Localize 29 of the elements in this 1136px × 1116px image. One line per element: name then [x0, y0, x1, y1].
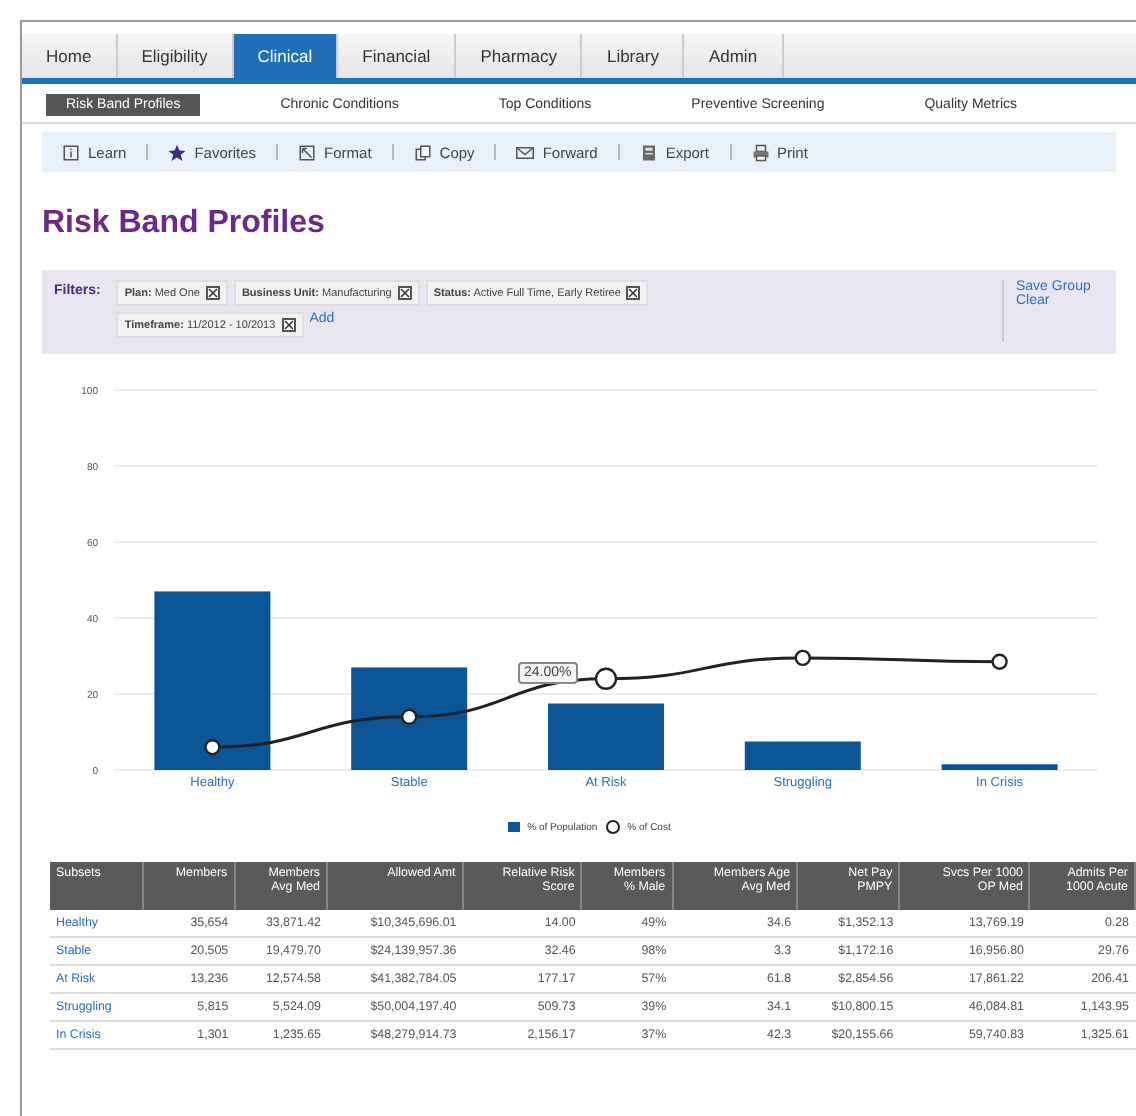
- remove-button[interactable]: [205, 286, 220, 300]
- nav-tab[interactable]: Library: [582, 34, 685, 78]
- star-icon: [168, 143, 187, 161]
- export-icon: [639, 143, 658, 161]
- nav-tab[interactable]: Clinical: [233, 34, 339, 78]
- point: [794, 649, 811, 667]
- bar: [744, 741, 861, 770]
- legend-swatch: [507, 822, 520, 832]
- print-icon: [751, 143, 770, 161]
- nav-tab[interactable]: Pharmacy: [456, 34, 583, 78]
- bar: [548, 703, 664, 770]
- point: [991, 653, 1008, 670]
- format-icon: [298, 143, 317, 161]
- nav-tab[interactable]: Home: [22, 34, 118, 78]
- point: [204, 739, 221, 756]
- remove-button[interactable]: [281, 318, 296, 332]
- info-icon: [62, 143, 80, 161]
- point: [401, 708, 418, 725]
- legend-marker: [605, 820, 620, 834]
- mail-icon: [516, 143, 535, 161]
- point: [594, 667, 618, 690]
- remove-button[interactable]: [397, 286, 412, 300]
- nav-tab[interactable]: Admin: [684, 34, 784, 78]
- nav-tab[interactable]: Financial: [338, 34, 457, 78]
- remove-button[interactable]: [626, 286, 641, 300]
- bar: [351, 667, 468, 770]
- copy-icon: [413, 143, 432, 161]
- bar: [941, 764, 1058, 770]
- page-title: Risk Band Profiles: [42, 206, 327, 244]
